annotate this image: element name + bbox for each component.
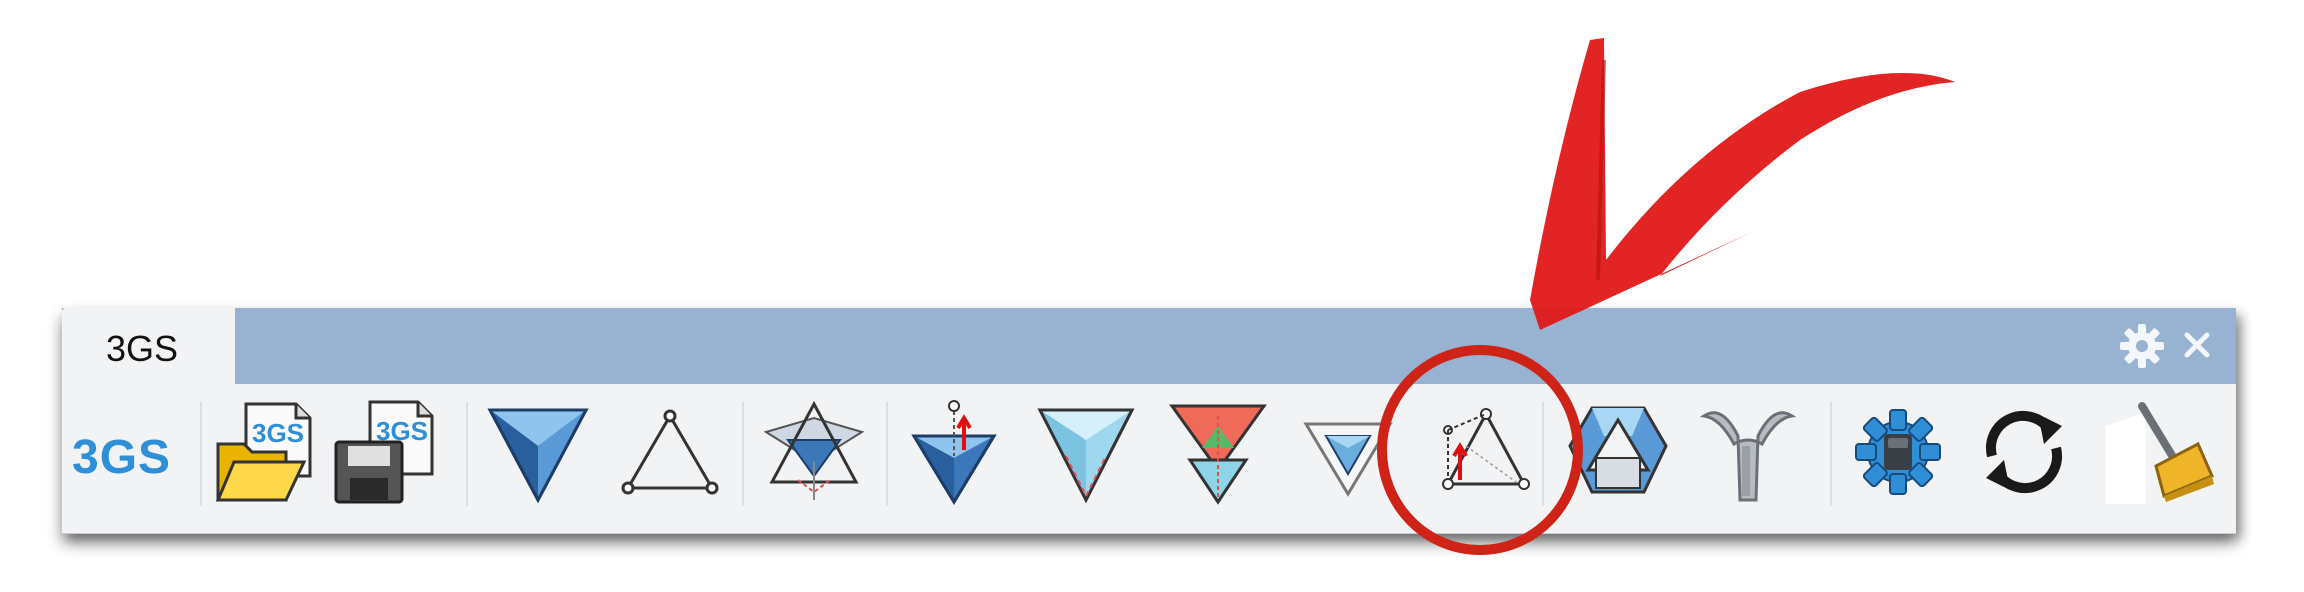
tab-3gs[interactable]: 3GS [62,308,235,388]
branch-y-icon[interactable] [1692,396,1804,508]
red-arrow-icon [1530,38,1955,330]
toolbar-titlebar [62,308,2236,384]
3gs-logo: 3GS [72,431,172,484]
save-floppy-3gs-icon[interactable]: 3GS [330,396,442,508]
inverted-pyramid-blue-icon[interactable] [482,396,594,508]
star-polyhedron-icon[interactable] [758,396,870,508]
separator [742,402,744,506]
separator [1542,402,1544,506]
separator [886,402,888,506]
separator [200,402,202,506]
triangle-outline-icon[interactable] [614,396,726,508]
separator [466,402,468,506]
close-icon[interactable] [2174,322,2220,368]
tab-label: 3GS [106,328,179,369]
pyramid-small-icon[interactable] [1292,396,1404,508]
refresh-cycle-icon[interactable] [1968,396,2080,508]
blue-gear-icon[interactable] [1842,396,1954,508]
pyramid-light-icon[interactable] [1030,396,1142,508]
triangle-dimension-icon[interactable] [1426,396,1538,508]
pyramid-with-vertex-icon[interactable] [898,396,1010,508]
open-file-badge: 3GS [252,418,304,448]
separator [1830,402,1832,506]
pyramid-colored-icon[interactable] [1162,396,1274,508]
open-folder-3gs-icon[interactable]: 3GS [210,396,322,508]
tool-icon-row: 3GS 3GS 3GS [62,384,2236,534]
3gs-toolbar-window: 3GS 3GS 3GS 3GS [62,308,2236,534]
broom-icon[interactable] [2106,396,2218,508]
solid-box-icon[interactable] [1562,396,1674,508]
gear-icon[interactable] [2118,322,2166,370]
